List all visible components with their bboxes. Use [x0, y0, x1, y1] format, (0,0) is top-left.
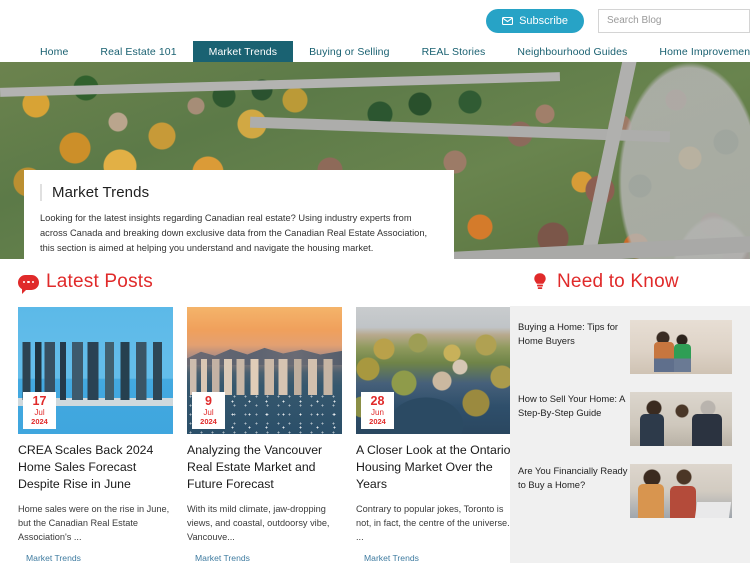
- need-to-know-panel: Buying a Home: Tips for Home Buyers How …: [510, 306, 750, 563]
- latest-posts-column: Latest Posts 17 Jul 2024 CREA Scales Bac…: [0, 259, 511, 563]
- post-card[interactable]: 28 Jun 2024 A Closer Look at the Ontario…: [356, 307, 511, 563]
- need-to-know-thumbnail[interactable]: [630, 320, 732, 374]
- nav-item-home[interactable]: Home: [24, 41, 84, 62]
- post-date-badge: 9 Jul 2024: [192, 392, 225, 429]
- post-excerpt: With its mild climate, jaw-dropping view…: [187, 503, 330, 543]
- need-to-know-thumbnail[interactable]: [630, 464, 732, 518]
- hero-text-card: Market Trends Looking for the latest ins…: [24, 170, 454, 259]
- search-box[interactable]: [598, 8, 750, 33]
- need-to-know-column: Need to Know Buying a Home: Tips for Hom…: [510, 259, 750, 563]
- nav-label: REAL Stories: [421, 45, 486, 58]
- nav-item-real-stories[interactable]: REAL Stories: [406, 41, 502, 62]
- date-day: 28: [370, 394, 385, 409]
- nav-label: Neighbourhood Guides: [517, 45, 628, 58]
- date-day: 17: [32, 394, 47, 409]
- nav-item-buying-or-selling[interactable]: Buying or Selling: [293, 41, 406, 62]
- post-card[interactable]: 9 Jul 2024 Analyzing the Vancouver Real …: [187, 307, 342, 563]
- nav-label: Real Estate 101: [100, 45, 177, 58]
- subscribe-label: Subscribe: [519, 14, 568, 27]
- hero-description: Looking for the latest insights regardin…: [40, 213, 428, 254]
- chat-bubble-icon: [18, 274, 39, 294]
- date-month: Jun: [371, 408, 384, 418]
- search-input[interactable]: [607, 15, 741, 26]
- post-title[interactable]: Analyzing the Vancouver Real Estate Mark…: [187, 442, 342, 493]
- post-thumbnail-vancouver[interactable]: 9 Jul 2024: [187, 307, 342, 434]
- nav-label: Home Improvements and Design: [659, 45, 750, 58]
- need-to-know-heading: Need to Know: [557, 271, 679, 292]
- post-category-link[interactable]: Market Trends: [356, 553, 511, 563]
- nav-label: Market Trends: [208, 45, 278, 58]
- need-to-know-header: Need to Know: [510, 271, 750, 293]
- post-title[interactable]: A Closer Look at the Ontario Housing Mar…: [356, 442, 511, 493]
- nav-item-market-trends[interactable]: Market Trends: [192, 41, 294, 62]
- post-excerpt: Home sales were on the rise in June, but…: [18, 503, 170, 543]
- post-excerpt: Contrary to popular jokes, Toronto is no…: [356, 503, 510, 543]
- need-to-know-item[interactable]: How to Sell Your Home: A Step-By-Step Gu…: [510, 392, 750, 446]
- nav-item-real-estate-101[interactable]: Real Estate 101: [84, 41, 192, 62]
- page-root: Subscribe Home Real Estate 101 Market Tr…: [0, 0, 750, 563]
- nav-item-neighbourhood-guides[interactable]: Neighbourhood Guides: [501, 41, 643, 62]
- post-card-list: 17 Jul 2024 CREA Scales Back 2024 Home S…: [18, 296, 511, 563]
- need-to-know-title[interactable]: Buying a Home: Tips for Home Buyers: [510, 320, 630, 348]
- date-year: 2024: [369, 417, 386, 427]
- date-month: Jul: [203, 408, 214, 418]
- lightbulb-icon: [532, 272, 548, 292]
- main-navigation: Home Real Estate 101 Market Trends Buyin…: [0, 41, 750, 62]
- date-year: 2024: [200, 417, 217, 427]
- laptop-decoration: [694, 502, 732, 518]
- post-card[interactable]: 17 Jul 2024 CREA Scales Back 2024 Home S…: [18, 296, 173, 563]
- need-to-know-item[interactable]: Buying a Home: Tips for Home Buyers: [510, 320, 750, 374]
- nav-item-home-improvements-and-design[interactable]: Home Improvements and Design: [643, 41, 750, 62]
- latest-posts-heading: Latest Posts: [46, 271, 153, 292]
- top-bar: Subscribe: [0, 0, 750, 41]
- content-area: Latest Posts 17 Jul 2024 CREA Scales Bac…: [0, 259, 750, 563]
- page-title: Market Trends: [40, 184, 436, 201]
- nav-label: Buying or Selling: [309, 45, 390, 58]
- date-month: Jul: [34, 408, 45, 418]
- post-thumbnail-toronto[interactable]: 17 Jul 2024: [18, 307, 173, 434]
- card-notch-decoration: [68, 296, 94, 307]
- nav-label: Home: [40, 45, 69, 58]
- post-thumbnail-ontario[interactable]: 28 Jun 2024: [356, 307, 511, 434]
- post-category-link[interactable]: Market Trends: [187, 553, 342, 563]
- need-to-know-thumbnail[interactable]: [630, 392, 732, 446]
- hero-banner: Market Trends Looking for the latest ins…: [0, 62, 750, 259]
- need-to-know-title[interactable]: Are You Financially Ready to Buy a Home?: [510, 464, 630, 492]
- subscribe-button[interactable]: Subscribe: [486, 8, 584, 33]
- date-day: 9: [205, 394, 212, 409]
- post-date-badge: 28 Jun 2024: [361, 392, 394, 429]
- need-to-know-item[interactable]: Are You Financially Ready to Buy a Home?: [510, 464, 750, 518]
- post-title[interactable]: CREA Scales Back 2024 Home Sales Forecas…: [18, 442, 173, 493]
- post-category-link[interactable]: Market Trends: [18, 553, 173, 563]
- date-year: 2024: [31, 417, 48, 427]
- latest-posts-header: Latest Posts: [18, 271, 510, 294]
- envelope-icon: [502, 16, 514, 25]
- post-date-badge: 17 Jul 2024: [23, 392, 56, 429]
- need-to-know-title[interactable]: How to Sell Your Home: A Step-By-Step Gu…: [510, 392, 630, 420]
